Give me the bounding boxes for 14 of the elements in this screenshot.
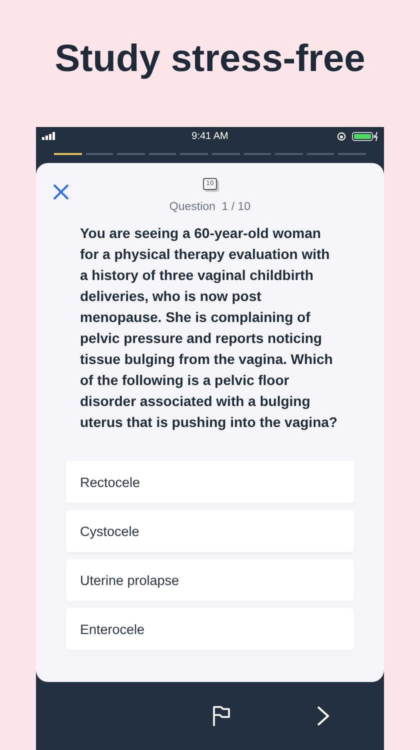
answer-option[interactable]: Rectocele — [66, 461, 354, 503]
signal-icon — [42, 132, 56, 140]
headline: Study stress-free — [54, 38, 366, 82]
answer-option[interactable]: Enterocele — [66, 608, 354, 650]
question-counter: Question 1 / 10 — [169, 201, 251, 213]
orientation-lock-icon — [337, 132, 346, 140]
close-button[interactable] — [53, 184, 69, 200]
question-text: You are seeing a 60-year-old woman for a physical therapy evaluation with a history of three vaginal childbirth deliveries, who is now post menopause. She is complaining of pelvic pressure and reports noticing tissue bulging from the vagina. Which of the following is a pelvic floor disorder associated with a bulging uterus that is pushing into the vagina? — [79, 224, 338, 432]
status-time: 9:41 AM — [192, 130, 228, 142]
battery-icon — [352, 132, 378, 140]
flag-button[interactable] — [212, 705, 230, 727]
answer-option[interactable]: Uterine prolapse — [66, 559, 354, 601]
answer-option[interactable]: Cystocele — [66, 510, 354, 552]
next-button[interactable] — [316, 705, 330, 727]
